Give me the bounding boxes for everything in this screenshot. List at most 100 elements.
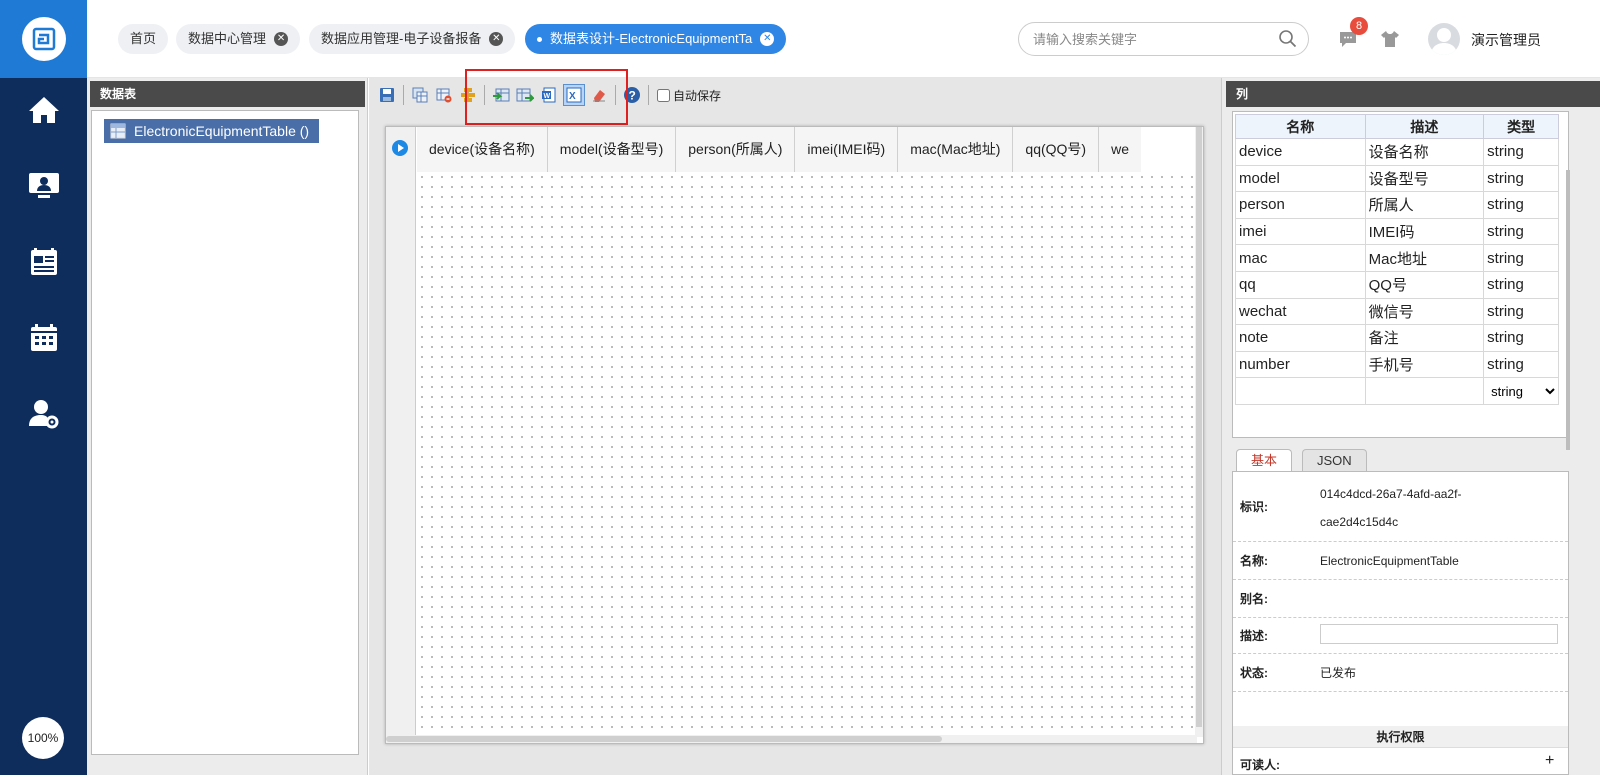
user-name[interactable]: 演示管理员 <box>1471 30 1541 50</box>
column-row[interactable]: person 所属人 string <box>1235 191 1559 219</box>
tab-home[interactable]: 首页 <box>118 24 169 54</box>
column-row[interactable]: mac Mac地址 string <box>1235 244 1559 272</box>
column-header[interactable]: imei(IMEI码) <box>795 127 899 172</box>
autosave-toggle[interactable]: 自动保存 <box>657 87 721 104</box>
description-input[interactable] <box>1320 624 1558 644</box>
scroll-thumb[interactable] <box>386 736 942 742</box>
database-button[interactable] <box>458 85 478 105</box>
column-row[interactable]: model 设备型号 string <box>1235 164 1559 193</box>
search-icon[interactable] <box>1278 29 1298 49</box>
column-name-cell[interactable]: imei <box>1235 217 1366 246</box>
close-icon[interactable]: ✕ <box>274 32 289 46</box>
clear-button[interactable] <box>589 85 609 105</box>
shirt-icon[interactable] <box>1380 30 1400 48</box>
column-header[interactable]: mac(Mac地址) <box>898 127 1014 172</box>
column-type-cell[interactable]: string <box>1483 138 1559 166</box>
header-name: 名称 <box>1235 114 1366 139</box>
column-name-cell[interactable]: person <box>1235 191 1366 219</box>
column-desc-cell[interactable]: IMEI码 <box>1364 217 1485 246</box>
close-icon[interactable]: ✕ <box>760 32 775 46</box>
import-button[interactable] <box>491 85 511 105</box>
close-icon[interactable]: ✕ <box>489 32 504 46</box>
copy-table-button[interactable] <box>410 85 430 105</box>
column-type-cell[interactable]: string <box>1483 270 1559 299</box>
tab-json[interactable]: JSON <box>1302 449 1367 471</box>
column-name-cell[interactable]: wechat <box>1235 297 1366 326</box>
excel-button[interactable]: X <box>563 84 585 106</box>
column-row[interactable]: qq QQ号 string <box>1235 270 1559 299</box>
column-desc-cell[interactable]: 设备名称 <box>1364 138 1485 166</box>
new-column-row[interactable]: string <box>1235 377 1559 405</box>
column-desc-cell[interactable]: 所属人 <box>1364 191 1485 219</box>
new-name-cell[interactable] <box>1235 377 1366 405</box>
column-type-cell[interactable]: string <box>1483 164 1559 193</box>
column-header[interactable]: qq(QQ号) <box>1013 127 1100 172</box>
prop-value-name: ElectronicEquipmentTable <box>1320 553 1459 568</box>
column-name-cell[interactable]: number <box>1235 350 1366 379</box>
export-button[interactable] <box>515 85 535 105</box>
search-input[interactable] <box>1018 22 1309 56</box>
nav-monitor[interactable] <box>0 156 87 216</box>
help-button[interactable]: ? <box>622 85 642 105</box>
property-form: 标识: 014c4dcd-26a7-4afd-aa2f- cae2d4c15d4… <box>1232 471 1569 775</box>
play-icon[interactable] <box>391 139 409 157</box>
panel-scrollbar[interactable] <box>1566 170 1570 450</box>
column-desc-cell[interactable]: QQ号 <box>1364 270 1485 299</box>
column-type-cell[interactable]: string <box>1483 297 1559 326</box>
column-row[interactable]: wechat 微信号 string <box>1235 297 1559 326</box>
nav-calendar[interactable] <box>0 308 87 368</box>
toolbar-separator <box>648 85 649 105</box>
column-type-cell[interactable]: string <box>1483 217 1559 246</box>
column-name-cell[interactable]: note <box>1235 324 1366 352</box>
table-header-row: 名称 描述 类型 <box>1235 114 1559 139</box>
column-name-cell[interactable]: device <box>1235 138 1366 166</box>
add-reader-button[interactable]: + <box>1545 752 1554 770</box>
horizontal-scrollbar[interactable] <box>386 735 1197 743</box>
scroll-thumb[interactable] <box>1196 127 1202 727</box>
logo[interactable] <box>0 0 87 78</box>
column-desc-cell[interactable]: 备注 <box>1364 324 1485 352</box>
column-header[interactable]: device(设备名称) <box>417 127 548 172</box>
tree-item-table[interactable]: ElectronicEquipmentTable () <box>104 119 320 143</box>
column-type-cell[interactable]: string <box>1483 350 1559 379</box>
word-button[interactable]: W <box>539 85 559 105</box>
column-desc-cell[interactable]: 设备型号 <box>1364 164 1485 193</box>
table-tree: ElectronicEquipmentTable () <box>91 110 359 755</box>
column-type-cell[interactable]: string <box>1483 324 1559 352</box>
column-name-cell[interactable]: qq <box>1235 270 1366 299</box>
tab-table-design[interactable]: 数据表设计-ElectronicEquipmentTa ✕ <box>525 24 787 54</box>
type-select[interactable]: string <box>1487 382 1558 400</box>
column-row[interactable]: number 手机号 string <box>1235 350 1559 379</box>
svg-text:?: ? <box>629 89 636 103</box>
column-header[interactable]: we <box>1099 127 1142 172</box>
column-header[interactable]: person(所属人) <box>676 127 796 172</box>
column-row[interactable]: note 备注 string <box>1235 324 1559 352</box>
new-type-cell[interactable]: string <box>1483 377 1559 405</box>
column-type-cell[interactable]: string <box>1483 191 1559 219</box>
column-name-cell[interactable]: mac <box>1235 244 1366 272</box>
column-desc-cell[interactable]: 手机号 <box>1364 350 1485 379</box>
tab-label: 数据表设计-ElectronicEquipmentTa <box>550 31 753 46</box>
column-desc-cell[interactable]: Mac地址 <box>1364 244 1485 272</box>
new-desc-cell[interactable] <box>1364 377 1485 405</box>
table-design-canvas[interactable]: device(设备名称) model(设备型号) person(所属人) ime… <box>385 126 1204 744</box>
tab-data-app[interactable]: 数据应用管理-电子设备报备 ✕ <box>309 24 516 54</box>
column-type-cell[interactable]: string <box>1483 244 1559 272</box>
nav-home[interactable] <box>0 80 87 140</box>
user-settings-icon <box>28 400 58 429</box>
zoom-level[interactable]: 100% <box>22 717 64 759</box>
column-name-cell[interactable]: model <box>1235 164 1366 193</box>
tab-basic[interactable]: 基本 <box>1236 449 1293 471</box>
nav-report[interactable] <box>0 232 87 292</box>
column-header[interactable]: model(设备型号) <box>547 127 677 172</box>
tab-data-center[interactable]: 数据中心管理 ✕ <box>176 24 301 54</box>
delete-table-button[interactable] <box>434 85 454 105</box>
vertical-scrollbar[interactable] <box>1195 127 1203 737</box>
column-desc-cell[interactable]: 微信号 <box>1364 297 1485 326</box>
column-row[interactable]: device 设备名称 string <box>1235 138 1559 166</box>
nav-user-settings[interactable] <box>0 384 87 444</box>
save-button[interactable] <box>377 85 397 105</box>
column-row[interactable]: imei IMEI码 string <box>1235 217 1559 246</box>
autosave-checkbox[interactable] <box>657 88 670 102</box>
avatar[interactable] <box>1428 23 1460 55</box>
